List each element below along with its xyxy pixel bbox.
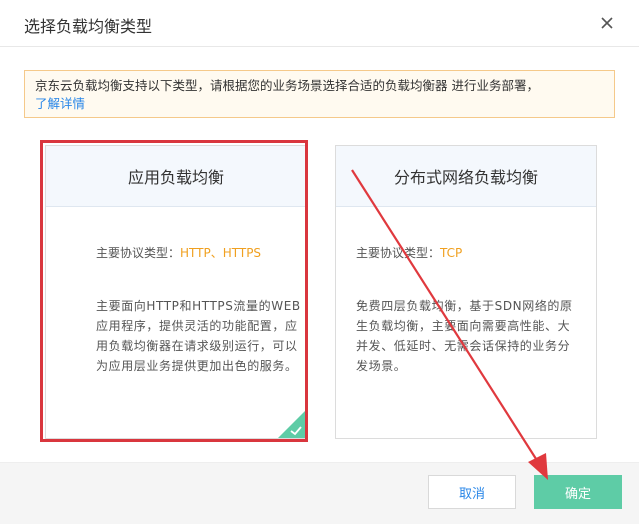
card-protocol: 主要协议类型：TCP [336, 244, 596, 261]
card-title: 应用负载均衡 [46, 146, 306, 207]
close-icon [601, 17, 613, 29]
dialog-header: 选择负载均衡类型 [0, 0, 639, 47]
check-icon [278, 410, 306, 438]
card-protocol: 主要协议类型：HTTP、HTTPS [46, 244, 306, 261]
select-lb-type-dialog: 选择负载均衡类型 京东云负载均衡支持以下类型，请根据您的业务场景选择合适的负载均… [0, 0, 639, 524]
ok-button[interactable]: 确定 [534, 475, 622, 509]
cancel-button[interactable]: 取消 [428, 475, 516, 509]
protocol-value: HTTP、HTTPS [180, 246, 262, 260]
dialog-title: 选择负载均衡类型 [24, 17, 153, 36]
card-network-lb[interactable]: 分布式网络负载均衡 主要协议类型：TCP 免费四层负载均衡，基于SDN网络的原生… [335, 145, 597, 439]
info-notice: 京东云负载均衡支持以下类型，请根据您的业务场景选择合适的负载均衡器 进行业务部署… [24, 70, 615, 118]
learn-more-link[interactable]: 了解详情 [35, 96, 85, 111]
notice-text: 京东云负载均衡支持以下类型，请根据您的业务场景选择合适的负载均衡器 进行业务部署… [35, 78, 539, 93]
protocol-value: TCP [440, 246, 463, 260]
card-description: 主要面向HTTP和HTTPS流量的WEB应用程序，提供灵活的功能配置，应用负载均… [96, 299, 301, 373]
card-application-lb[interactable]: 应用负载均衡 主要协议类型：HTTP、HTTPS 主要面向HTTP和HTTPS流… [45, 145, 307, 439]
card-description: 免费四层负载均衡，基于SDN网络的原生负载均衡，主要面向需要高性能、大并发、低延… [356, 299, 573, 373]
protocol-label: 主要协议类型： [356, 246, 441, 260]
close-button[interactable] [596, 12, 618, 34]
dialog-footer: 取消 确定 [0, 462, 639, 524]
protocol-label: 主要协议类型： [96, 246, 181, 260]
card-title: 分布式网络负载均衡 [336, 146, 596, 207]
